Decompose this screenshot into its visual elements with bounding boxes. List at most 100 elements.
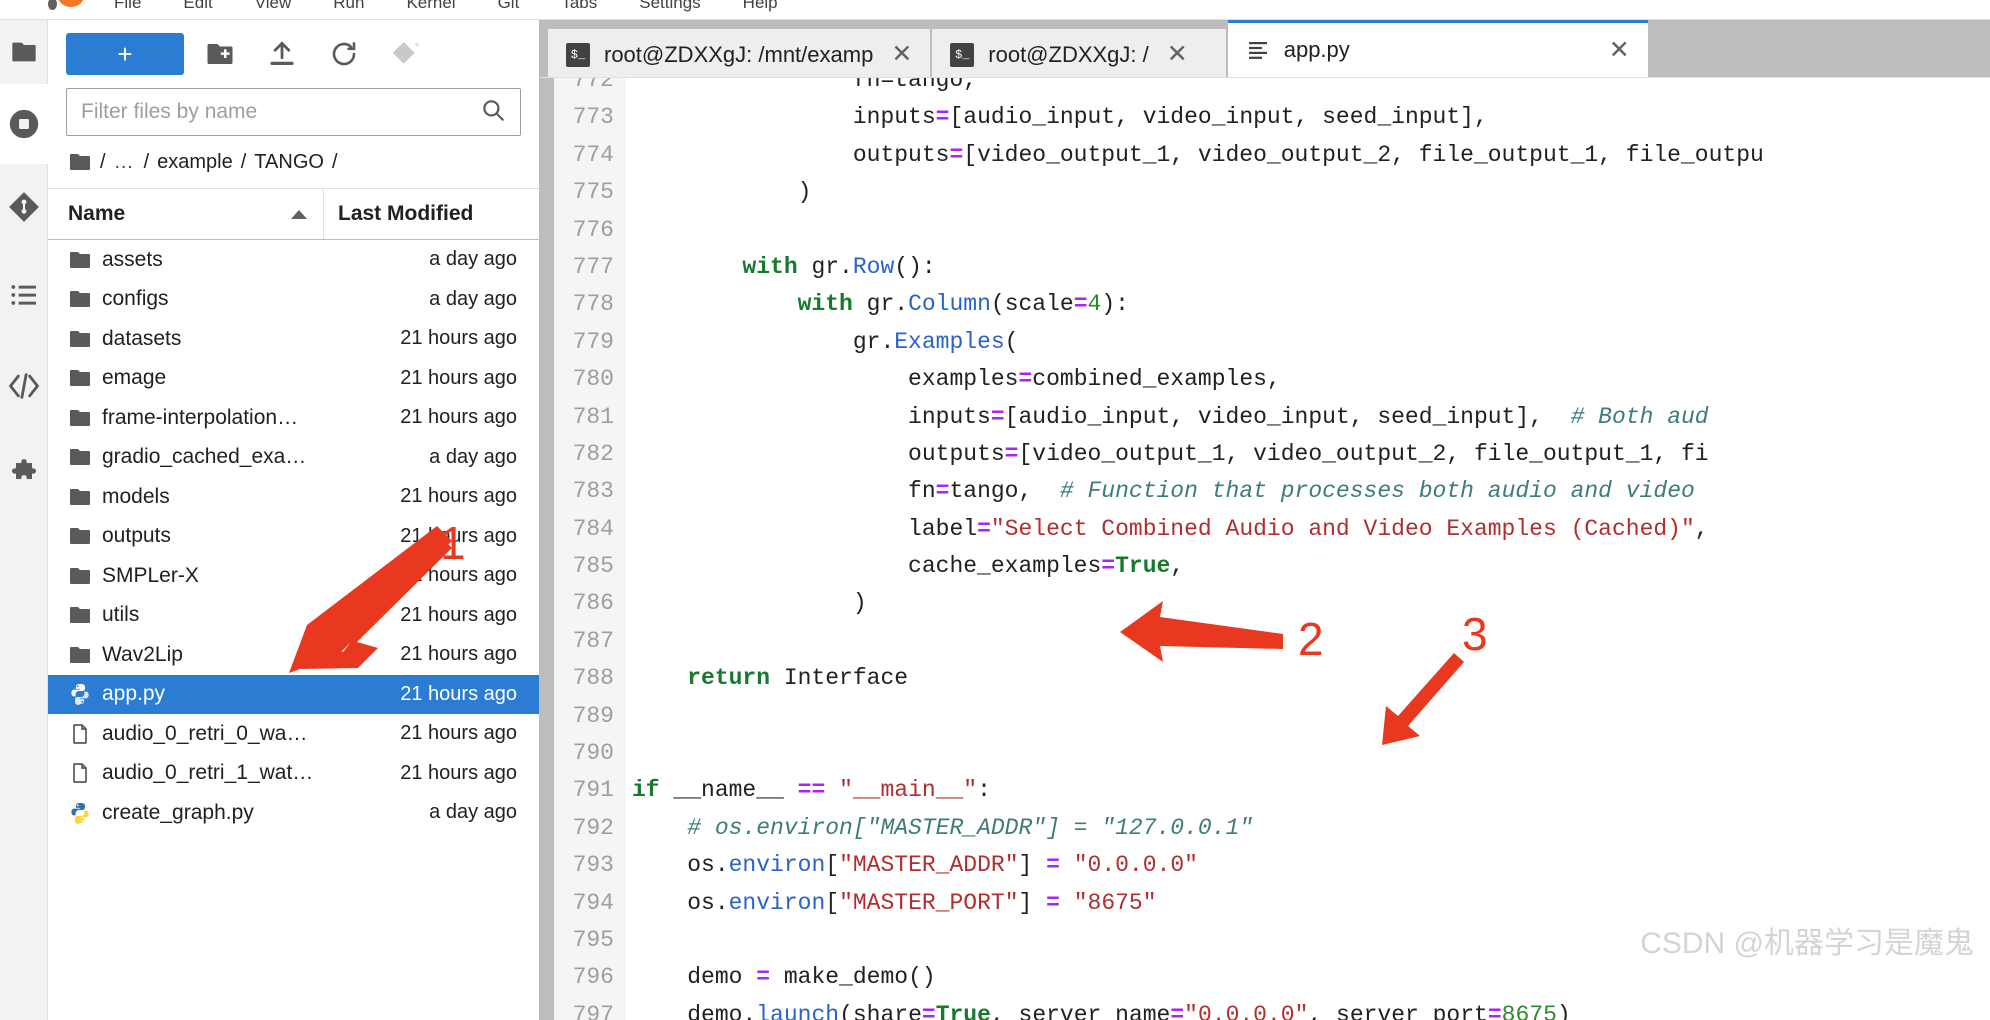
code-line[interactable]: examples=combined_examples, xyxy=(632,361,1990,398)
line-number: 784 xyxy=(572,515,614,542)
jupyter-logo-icon xyxy=(44,0,84,14)
sidebar-item-running[interactable] xyxy=(0,84,48,164)
line-number: 775 xyxy=(572,179,614,206)
sidebar-item-git[interactable] xyxy=(0,164,48,250)
code-line[interactable]: inputs=[audio_input, video_input, seed_i… xyxy=(632,99,1990,136)
menu-item-kernel[interactable]: Kernel xyxy=(400,0,461,15)
code-line[interactable]: os.environ["MASTER_ADDR"] = "0.0.0.0" xyxy=(632,847,1990,884)
code-line[interactable]: with gr.Column(scale=4): xyxy=(632,286,1990,323)
menu-item-file[interactable]: File xyxy=(108,0,147,15)
code-line[interactable]: outputs=[video_output_1, video_output_2,… xyxy=(632,436,1990,473)
column-header-last-modified[interactable]: Last Modified xyxy=(324,189,539,239)
file-row[interactable]: gradio_cached_exa… a day ago xyxy=(48,438,539,478)
file-row-selected[interactable]: app.py 21 hours ago xyxy=(48,674,539,714)
sidebar-item-file-browser[interactable] xyxy=(0,20,48,84)
code-token-op: = xyxy=(1073,291,1088,318)
close-icon[interactable]: ✕ xyxy=(1605,37,1634,63)
file-row[interactable]: audio_0_retri_0_wa… 21 hours ago xyxy=(48,714,539,754)
code-line[interactable]: demo = make_demo() xyxy=(632,959,1990,996)
tab-3[interactable]: app.py ✕ xyxy=(1227,20,1648,77)
folder-icon[interactable] xyxy=(68,150,92,174)
column-header-name[interactable]: Name xyxy=(48,189,324,239)
file-modified: 21 hours ago xyxy=(400,564,517,587)
code-viewport[interactable]: 772 773 774 775 776 777 778 779 780 781 782 783 784 7… xyxy=(554,78,1990,1020)
code-editor[interactable]: 772 773 774 775 776 777 778 779 780 781 782 783 784 7… xyxy=(540,77,1990,1020)
filter-files-box[interactable] xyxy=(66,88,521,136)
close-icon[interactable]: ✕ xyxy=(887,42,916,67)
code-line[interactable]: with gr.Row(): xyxy=(632,249,1990,286)
code-line[interactable]: ) xyxy=(632,174,1990,211)
file-row[interactable]: datasets 21 hours ago xyxy=(48,319,539,359)
code-line[interactable] xyxy=(632,623,1990,660)
close-icon[interactable]: ✕ xyxy=(1163,42,1192,67)
file-row[interactable]: assets a day ago xyxy=(48,240,539,280)
code-line[interactable]: gr.Examples( xyxy=(632,324,1990,361)
menu-item-settings[interactable]: Settings xyxy=(633,0,706,15)
search-input[interactable] xyxy=(81,100,480,124)
file-row[interactable]: emage 21 hours ago xyxy=(48,359,539,399)
file-row[interactable]: utils 21 hours ago xyxy=(48,596,539,636)
code-token-str: "0.0.0.0" xyxy=(1073,852,1198,879)
file-name: audio_0_retri_0_wa… xyxy=(102,721,308,745)
code-line[interactable]: return Interface xyxy=(632,660,1990,697)
line-number: 792 xyxy=(572,814,614,841)
code-token-plain: cache_examples xyxy=(632,553,1102,580)
code-line[interactable]: inputs=[audio_input, video_input, seed_i… xyxy=(632,399,1990,436)
code-line[interactable]: # os.environ["MASTER_ADDR"] = "127.0.0.1… xyxy=(632,810,1990,847)
code-token-op: == xyxy=(797,777,840,804)
sidebar-item-table-of-contents[interactable] xyxy=(0,250,48,340)
breadcrumb-item-example[interactable]: example xyxy=(157,151,233,174)
menu-item-help[interactable]: Help xyxy=(737,0,784,15)
file-row[interactable]: SMPLer-X 21 hours ago xyxy=(48,556,539,596)
code-token-plain: Interface xyxy=(783,665,909,692)
code-line[interactable] xyxy=(632,922,1990,959)
file-name: audio_0_retri_1_wat… xyxy=(102,761,314,785)
new-launcher-button[interactable]: + xyxy=(66,33,184,75)
breadcrumb: / … / example / TANGO / xyxy=(48,136,539,188)
code-token-op: = xyxy=(1170,1001,1185,1020)
menu-item-git[interactable]: Git xyxy=(492,0,526,15)
new-folder-icon[interactable] xyxy=(194,33,246,75)
code-line[interactable] xyxy=(632,212,1990,249)
code-token-plain: [audio_input, video_input, seed_input], xyxy=(949,104,1488,131)
code-token-plain: gr. xyxy=(632,328,895,355)
code-line[interactable] xyxy=(632,735,1990,772)
refresh-icon[interactable] xyxy=(318,33,370,75)
file-row[interactable]: Wav2Lip 21 hours ago xyxy=(48,635,539,675)
file-modified: 21 hours ago xyxy=(400,761,517,784)
menu-item-view[interactable]: View xyxy=(249,0,298,15)
file-row[interactable]: configs a day ago xyxy=(48,280,539,320)
sidebar-item-extension-manager[interactable] xyxy=(0,432,48,518)
code-line[interactable]: cache_examples=True, xyxy=(632,548,1990,585)
code-line[interactable]: fn=tango, xyxy=(632,78,1990,99)
code-line[interactable]: demo.launch(share=True, server_name="0.0… xyxy=(632,997,1990,1020)
code-line[interactable]: if __name__ == "__main__": xyxy=(632,772,1990,809)
code-line[interactable]: label="Select Combined Audio and Video E… xyxy=(632,511,1990,548)
breadcrumb-sep-1: / xyxy=(143,150,150,173)
sidebar-item-code-snippets[interactable] xyxy=(0,340,48,432)
code-line[interactable]: ) xyxy=(632,585,1990,622)
activity-bar xyxy=(0,20,48,1020)
menu-item-run[interactable]: Run xyxy=(327,0,370,15)
code-line[interactable]: fn=tango, # Function that processes both… xyxy=(632,473,1990,510)
menu-item-edit[interactable]: Edit xyxy=(177,0,218,15)
file-row[interactable]: create_graph.py a day ago xyxy=(48,793,539,833)
code-token-fn: Row xyxy=(852,253,895,280)
code-token-op: = xyxy=(990,403,1005,430)
tab-2[interactable]: $_ root@ZDXXgJ: / ✕ xyxy=(932,29,1226,77)
new-git-repo-icon[interactable]: + xyxy=(380,33,432,75)
file-row[interactable]: frame-interpolation… 21 hours ago xyxy=(48,398,539,438)
tab-1[interactable]: $_ root@ZDXXgJ: /mnt/examp ✕ xyxy=(548,29,931,77)
menu-item-tabs[interactable]: Tabs xyxy=(555,0,603,15)
breadcrumb-item-tango[interactable]: TANGO xyxy=(254,151,324,174)
code-line[interactable]: outputs=[video_output_1, video_output_2,… xyxy=(632,137,1990,174)
file-row[interactable]: outputs 21 hours ago xyxy=(48,517,539,557)
upload-icon[interactable] xyxy=(256,33,308,75)
file-row[interactable]: audio_0_retri_1_wat… 21 hours ago xyxy=(48,754,539,794)
breadcrumb-ellipsis[interactable]: … xyxy=(114,151,136,174)
code-line[interactable] xyxy=(632,698,1990,735)
code-content[interactable]: fn=tango, inputs=[audio_input, video_inp… xyxy=(626,78,1990,1020)
code-token-op: = xyxy=(1101,553,1116,580)
file-row[interactable]: models 21 hours ago xyxy=(48,477,539,517)
code-line[interactable]: os.environ["MASTER_PORT"] = "8675" xyxy=(632,885,1990,922)
